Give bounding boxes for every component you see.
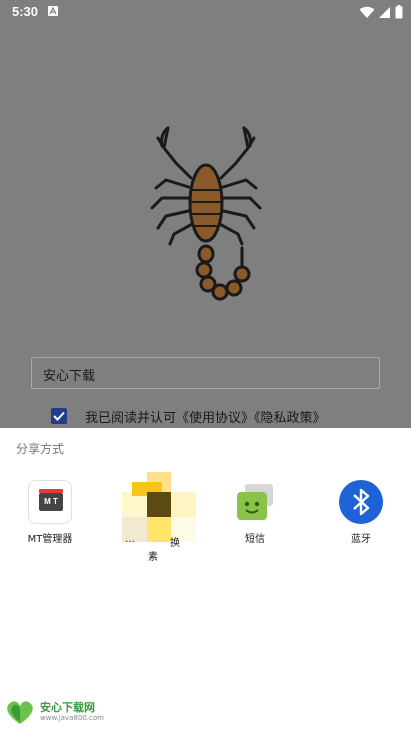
share-target-bluetooth[interactable]: 蓝牙: [311, 480, 411, 545]
share-sheet: 分享方式 M T MT管理器 短信 蓝牙: [0, 428, 411, 730]
mt-manager-icon: M T: [28, 480, 72, 524]
share-target-label: 短信: [245, 534, 265, 545]
signal-icon: [379, 6, 391, 23]
watermark: 安心下载网 www.java800.com: [4, 698, 104, 726]
mosaic-app-icon[interactable]: [122, 472, 196, 542]
watermark-logo-icon: [4, 698, 36, 726]
share-sheet-title: 分享方式: [16, 442, 65, 456]
agreement-text[interactable]: 我已阅读并认可《使用协议》《隐私政策》: [85, 407, 326, 426]
check-icon: [53, 411, 65, 421]
share-target-sms[interactable]: 短信: [205, 480, 305, 545]
share-target-mt-manager[interactable]: M T MT管理器: [0, 480, 100, 545]
share-target-label: MT管理器: [27, 534, 73, 545]
sms-icon: [233, 480, 277, 524]
name-input-value: 安心下载: [43, 369, 96, 384]
background-app: 5:30 安心下载 我已阅读并认可《使用协议》《隐私政策》: [0, 0, 411, 428]
watermark-url: www.java800.com: [40, 713, 104, 722]
bluetooth-icon: [339, 480, 383, 524]
status-bar: 5:30: [0, 0, 411, 24]
name-input[interactable]: 安心下载: [31, 357, 380, 389]
agreement-checkbox[interactable]: [51, 408, 67, 424]
watermark-title: 安心下载网: [40, 700, 95, 714]
mosaic-label-part: 素: [148, 552, 158, 563]
agreement-row: 我已阅读并认可《使用协议》《隐私政策》: [51, 406, 326, 426]
wifi-icon: [359, 6, 375, 23]
notification-a-icon: [48, 6, 58, 16]
mosaic-label-part: 换: [170, 538, 180, 549]
share-target-label: 蓝牙: [351, 534, 371, 545]
battery-icon: [395, 5, 403, 23]
status-time: 5:30: [12, 4, 39, 19]
scorpion-icon: [146, 118, 266, 308]
mosaic-label-part: …: [125, 534, 135, 545]
